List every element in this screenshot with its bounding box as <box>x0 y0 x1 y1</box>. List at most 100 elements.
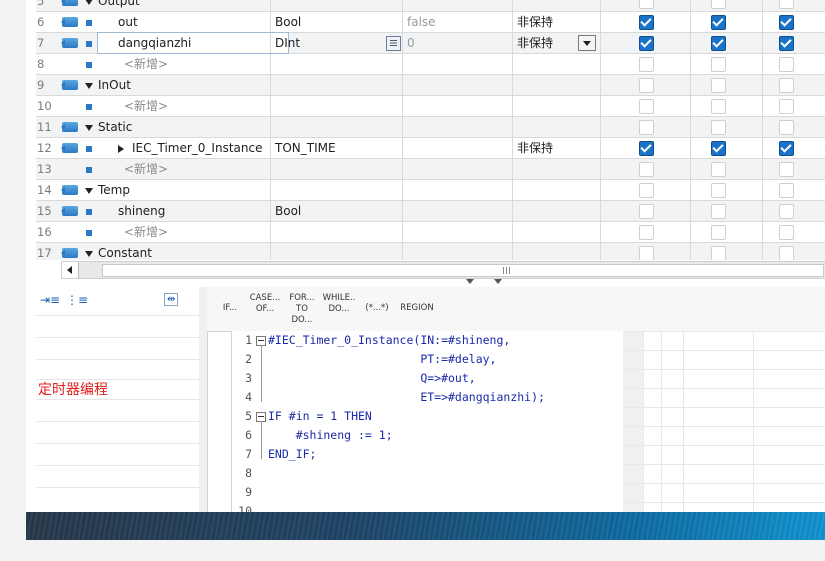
table-row[interactable]: 6 out Bool false 非保持 <box>36 12 825 33</box>
retain-setting[interactable]: 非保持 <box>512 138 605 158</box>
data-type[interactable] <box>270 96 407 116</box>
visible-in-hmi-checkbox[interactable] <box>779 57 794 72</box>
writable-from-hmi-checkbox[interactable] <box>711 15 726 30</box>
variable-name[interactable]: dangqianzhi <box>97 32 289 54</box>
visible-in-hmi-checkbox[interactable] <box>779 246 794 260</box>
data-type[interactable]: Bool <box>270 201 407 221</box>
variable-name[interactable]: Temp <box>98 180 268 200</box>
table-row[interactable]: 14 Temp <box>36 180 825 201</box>
accessible-from-hmi-checkbox[interactable] <box>639 57 654 72</box>
collapse-icon[interactable] <box>82 117 98 137</box>
retain-setting[interactable] <box>512 117 605 137</box>
writable-from-hmi-checkbox[interactable] <box>711 225 726 240</box>
visible-in-hmi-checkbox[interactable] <box>779 0 794 9</box>
accessible-from-hmi-checkbox[interactable] <box>639 99 654 114</box>
writable-from-hmi-checkbox[interactable] <box>711 246 726 260</box>
table-row[interactable]: 7 dangqianzhi DInt 0 非保持 <box>36 32 825 54</box>
collapse-icon[interactable] <box>82 75 98 95</box>
collapse-icon[interactable] <box>82 180 98 200</box>
writable-from-hmi-checkbox[interactable] <box>711 204 726 219</box>
scrollbar-thumb[interactable] <box>102 264 824 277</box>
data-type[interactable]: Bool <box>270 12 407 32</box>
code-line[interactable]: 8 <box>232 464 624 483</box>
variable-name[interactable]: <新增> <box>98 159 294 179</box>
data-type[interactable]: TON_TIME <box>270 138 407 158</box>
retain-setting[interactable] <box>512 180 605 200</box>
default-value[interactable] <box>402 222 517 242</box>
data-type[interactable] <box>270 75 407 95</box>
variable-name[interactable]: IEC_Timer_0_Instance <box>98 138 288 158</box>
table-row[interactable]: 16 <新增> <box>36 222 825 243</box>
default-value[interactable] <box>402 117 517 137</box>
default-value[interactable] <box>402 159 517 179</box>
case-button[interactable]: CASE... OF... <box>249 293 281 325</box>
data-type[interactable] <box>270 117 407 137</box>
writable-from-hmi-checkbox[interactable] <box>711 120 726 135</box>
visible-in-hmi-checkbox[interactable] <box>779 162 794 177</box>
accessible-from-hmi-checkbox[interactable] <box>639 36 654 51</box>
writable-from-hmi-checkbox[interactable] <box>711 183 726 198</box>
code-line[interactable]: 5 IF #in = 1 THEN <box>232 407 624 426</box>
table-row[interactable]: 10 <新增> <box>36 96 825 117</box>
default-value[interactable] <box>402 243 517 260</box>
table-row[interactable]: 9 InOut <box>36 75 825 96</box>
visible-in-hmi-checkbox[interactable] <box>779 183 794 198</box>
table-row[interactable]: 17 Constant <box>36 243 825 260</box>
accessible-from-hmi-checkbox[interactable] <box>639 183 654 198</box>
accessible-from-hmi-checkbox[interactable] <box>639 225 654 240</box>
data-type[interactable] <box>270 243 407 260</box>
splitter-arrow-icon[interactable] <box>494 279 502 284</box>
writable-from-hmi-checkbox[interactable] <box>711 99 726 114</box>
table-row[interactable]: 11 Static <box>36 117 825 138</box>
code-line[interactable]: 3 Q=>#out, <box>232 369 624 388</box>
variable-name[interactable]: out <box>98 12 288 32</box>
writable-from-hmi-checkbox[interactable] <box>711 36 726 51</box>
pane-splitter[interactable] <box>436 277 516 286</box>
table-row[interactable]: 12 IEC_Timer_0_Instance TON_TIME 非保持 <box>36 138 825 159</box>
default-value[interactable] <box>402 96 517 116</box>
table-row[interactable]: 13 <新增> <box>36 159 825 180</box>
retain-setting[interactable] <box>512 96 605 116</box>
variable-name[interactable]: Constant <box>98 243 268 260</box>
expand-arrow-icon[interactable] <box>118 144 124 153</box>
retain-setting[interactable] <box>512 201 605 221</box>
default-value[interactable] <box>402 54 517 74</box>
accessible-from-hmi-checkbox[interactable] <box>639 15 654 30</box>
visible-in-hmi-checkbox[interactable] <box>779 120 794 135</box>
retain-setting[interactable] <box>512 159 605 179</box>
variable-name[interactable]: <新增> <box>98 222 294 242</box>
code-line[interactable]: 2 PT:=#delay, <box>232 350 624 369</box>
variable-name[interactable]: shineng <box>98 201 288 221</box>
retain-setting[interactable] <box>512 243 605 260</box>
accessible-from-hmi-checkbox[interactable] <box>639 0 654 9</box>
writable-from-hmi-checkbox[interactable] <box>711 78 726 93</box>
variable-name[interactable]: <新增> <box>98 54 294 74</box>
data-type[interactable] <box>270 54 407 74</box>
data-type[interactable] <box>270 222 407 242</box>
accessible-from-hmi-checkbox[interactable] <box>639 141 654 156</box>
variable-name[interactable]: InOut <box>98 75 268 95</box>
collapse-icon[interactable] <box>82 243 98 260</box>
retain-dropdown-button[interactable] <box>578 35 596 51</box>
code-line[interactable]: 9 <box>232 483 624 502</box>
default-value[interactable]: 0 <box>402 33 517 53</box>
table-row[interactable]: 5 Output <box>36 0 825 12</box>
writable-from-hmi-checkbox[interactable] <box>711 162 726 177</box>
variable-name[interactable]: Output <box>98 0 268 11</box>
splitter-arrow-icon[interactable] <box>466 279 474 284</box>
default-value[interactable] <box>402 180 517 200</box>
default-value[interactable] <box>402 75 517 95</box>
code-line[interactable]: 4 ET=>#dangqianzhi); <box>232 388 624 407</box>
code-line[interactable]: 6 #shineng := 1; <box>232 426 624 445</box>
retain-setting[interactable]: 非保持 <box>512 12 605 32</box>
variable-name[interactable]: <新增> <box>98 96 294 116</box>
writable-from-hmi-checkbox[interactable] <box>711 141 726 156</box>
accessible-from-hmi-checkbox[interactable] <box>639 120 654 135</box>
accessible-from-hmi-checkbox[interactable] <box>639 162 654 177</box>
scl-code-editor[interactable]: 1 #IEC_Timer_0_Instance(IN:=#shineng, 2 PT… <box>231 331 625 518</box>
accessible-from-hmi-checkbox[interactable] <box>639 78 654 93</box>
code-line[interactable]: 7 END_IF; <box>232 445 624 464</box>
list-icon[interactable]: ⋮≡ <box>66 293 88 307</box>
for-button[interactable]: FOR... TO DO... <box>285 293 319 325</box>
variable-name[interactable]: Static <box>98 117 268 137</box>
